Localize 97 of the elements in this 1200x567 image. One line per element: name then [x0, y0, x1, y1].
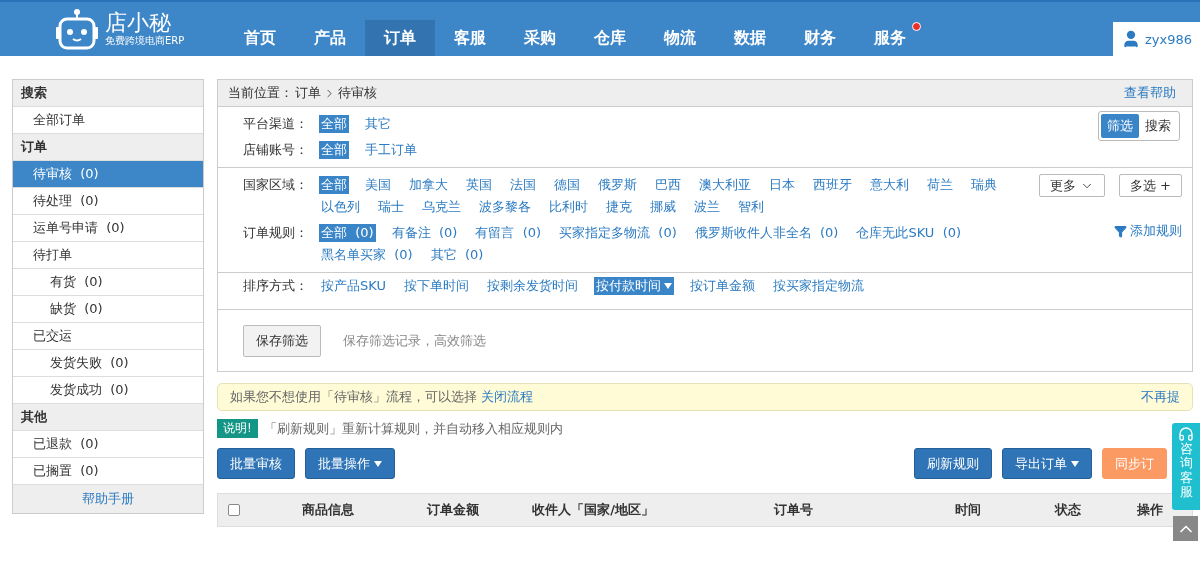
filter-option[interactable]: 手工订单	[363, 141, 419, 159]
nav-tab[interactable]: 服务	[855, 20, 925, 56]
breadcrumb-label: 当前位置：	[228, 84, 293, 102]
sort-option[interactable]: 按付款时间	[593, 277, 674, 295]
filter-option[interactable]: 仓库无此SKU (0)	[854, 224, 964, 242]
dismiss-link[interactable]: 不再提	[1141, 388, 1180, 406]
filter-option[interactable]: 全部	[319, 141, 349, 159]
sort-option[interactable]: 按产品SKU	[319, 277, 388, 295]
filter-option[interactable]: 德国	[552, 176, 582, 194]
help-manual-link[interactable]: 帮助手册	[13, 485, 203, 513]
user-name: zyx986	[1144, 31, 1192, 47]
sidebar-item[interactable]: 待审核 (0)	[13, 161, 203, 188]
save-filter-button[interactable]: 保存筛选	[243, 325, 321, 357]
nav-tab[interactable]: 产品	[295, 20, 365, 56]
filter-option[interactable]: 其它 (0)	[428, 246, 486, 264]
filter-option[interactable]: 有留言 (0)	[473, 224, 544, 242]
robot-logo-icon	[55, 8, 99, 50]
note-badge: 说明!	[217, 419, 258, 438]
column-header: 收件人「国家/地区」	[531, 501, 655, 519]
action-button[interactable]: 刷新规则	[914, 448, 992, 479]
action-button[interactable]: 导出订单	[1002, 448, 1092, 479]
help-link[interactable]: 查看帮助	[1124, 84, 1176, 102]
filter-option[interactable]: 全部 (0)	[319, 224, 376, 242]
logo-tagline: 免费跨境电商ERP	[105, 35, 185, 47]
sort-label: 排序方式：	[243, 277, 309, 295]
column-header: 状态	[1053, 501, 1082, 519]
nav-tab[interactable]: 采购	[505, 20, 575, 56]
more-button[interactable]: 更多	[1038, 174, 1105, 197]
mode-tab[interactable]: 筛选	[1101, 114, 1139, 138]
sidebar-section-title: 搜索	[13, 80, 203, 107]
action-button[interactable]: 批量审核	[217, 448, 295, 479]
nav-tab[interactable]: 客服	[435, 20, 505, 56]
column-header: 操作	[1136, 501, 1164, 519]
column-header: 时间	[954, 501, 982, 519]
filter-option[interactable]: 其它	[363, 115, 393, 133]
filter-label: 国家区域：	[243, 176, 309, 194]
filter-label: 店铺账号：	[243, 141, 309, 159]
filter-option[interactable]: 意大利	[868, 176, 911, 194]
nav-tab[interactable]: 数据	[715, 20, 785, 56]
filter-option[interactable]: 荷兰	[925, 176, 955, 194]
filter-option[interactable]: 乌克兰	[420, 198, 463, 216]
select-all-checkbox[interactable]	[228, 504, 240, 516]
sort-option[interactable]: 按下单时间	[401, 277, 471, 295]
filter-option[interactable]: 以色列	[319, 198, 362, 216]
add-rule-link[interactable]: 添加规则	[1114, 222, 1182, 240]
note-text: 「刷新规则」重新计算规则，并自动移入相应规则内	[263, 419, 563, 438]
nav-tab[interactable]: 财务	[785, 20, 855, 56]
filter-option[interactable]: 美国	[363, 176, 393, 194]
logo-name: 店小秘	[105, 11, 172, 35]
nav-tab[interactable]: 首页	[225, 20, 295, 56]
filter-option[interactable]: 俄罗斯	[596, 176, 639, 194]
nav-tab[interactable]: 物流	[645, 20, 715, 56]
nav-tab[interactable]: 仓库	[575, 20, 645, 56]
filter-label: 平台渠道：	[243, 115, 309, 133]
column-header: 商品信息	[301, 501, 355, 519]
scroll-top-button[interactable]	[1173, 516, 1198, 541]
filter-option[interactable]: 加拿大	[407, 176, 450, 194]
sidebar-section-title: 订单	[13, 134, 203, 161]
filter-option[interactable]: 波多黎各	[477, 198, 533, 216]
filter-option[interactable]: 法国	[508, 176, 538, 194]
filter-option[interactable]: 挪威	[648, 198, 678, 216]
filter-option[interactable]: 比利时	[547, 198, 590, 216]
column-header: 订单号	[772, 501, 814, 519]
filter-option[interactable]: 智利	[736, 198, 766, 216]
nav-tab[interactable]: 订单	[365, 20, 435, 56]
breadcrumb-item: 待审核	[338, 84, 377, 102]
close-flow-link[interactable]: 关闭流程	[481, 389, 534, 404]
user-menu[interactable]: zyx986	[1113, 22, 1200, 56]
save-hint: 保存筛选记录，高效筛选	[343, 332, 486, 350]
filter-option[interactable]: 有备注 (0)	[389, 224, 460, 242]
notice-text: 如果您不想使用「待审核」流程，可以选择 关闭流程	[230, 388, 534, 406]
filter-option[interactable]: 瑞士	[376, 198, 406, 216]
filter-option[interactable]: 波兰	[692, 198, 722, 216]
filter-option[interactable]: 澳大利亚	[697, 176, 753, 194]
filter-option[interactable]: 巴西	[653, 176, 683, 194]
filter-option[interactable]: 俄罗斯收件人非全名 (0)	[692, 224, 841, 242]
user-icon	[1121, 29, 1141, 49]
multi-select-button[interactable]: 多选 +	[1118, 174, 1182, 197]
sort-option[interactable]: 按订单金额	[687, 277, 757, 295]
filter-option[interactable]: 瑞典	[969, 176, 999, 194]
filter-option[interactable]: 黑名单买家 (0)	[319, 246, 415, 264]
filter-option[interactable]: 全部	[319, 176, 349, 194]
sort-option[interactable]: 按剩余发货时间	[484, 277, 580, 295]
filter-option[interactable]: 西班牙	[811, 176, 854, 194]
column-header: 订单金额	[426, 501, 480, 519]
filter-label: 订单规则：	[243, 224, 309, 242]
action-button[interactable]: 批量操作	[305, 448, 395, 479]
filter-option[interactable]: 全部	[319, 115, 349, 133]
filter-option[interactable]: 日本	[767, 176, 797, 194]
filter-option[interactable]: 买家指定多物流 (0)	[557, 224, 679, 242]
sidebar-section-title: 其他	[13, 404, 203, 431]
breadcrumb-item[interactable]: 订单	[295, 84, 321, 102]
headset-icon	[1178, 426, 1194, 442]
filter-option[interactable]: 捷克	[604, 198, 634, 216]
filter-icon	[1114, 224, 1127, 238]
sort-option[interactable]: 按买家指定物流	[770, 277, 866, 295]
filter-option[interactable]: 英国	[464, 176, 494, 194]
